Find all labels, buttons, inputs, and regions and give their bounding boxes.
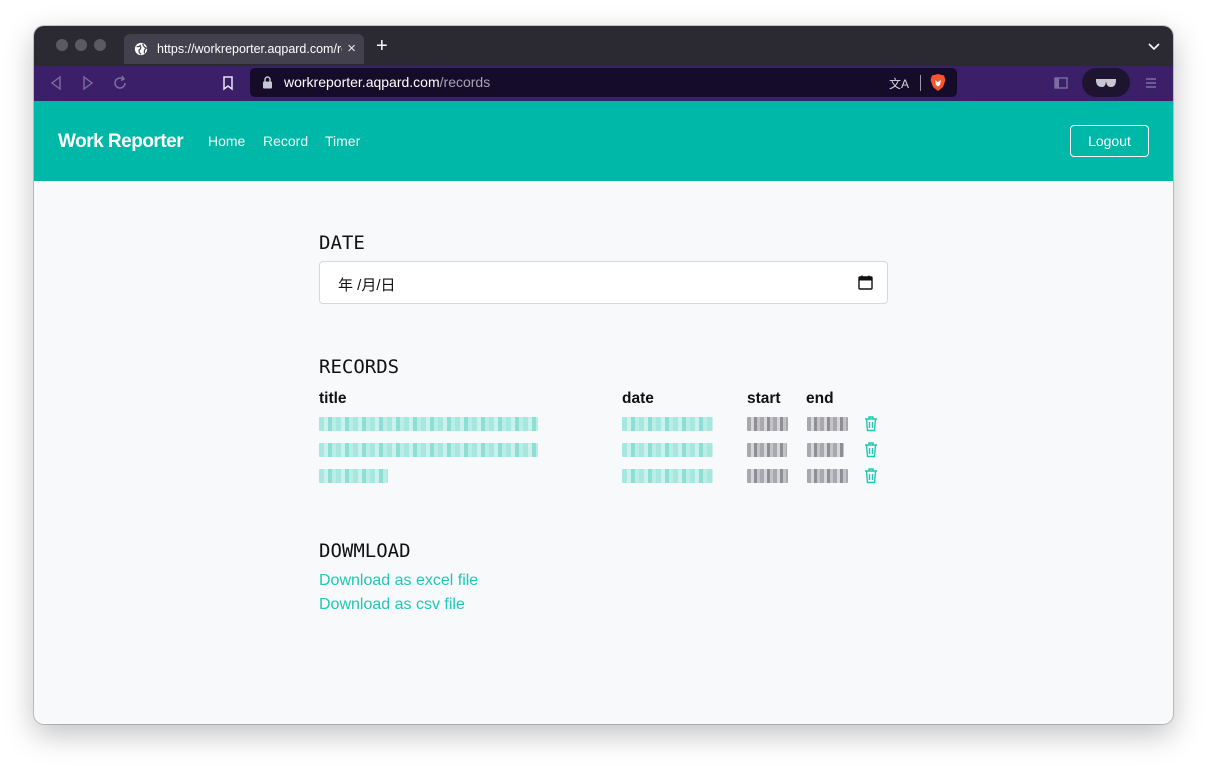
record-end-redacted <box>807 417 848 431</box>
column-header-date: date <box>622 390 654 407</box>
record-date-redacted[interactable] <box>622 469 713 483</box>
nav-link-home[interactable]: Home <box>208 133 245 149</box>
column-header-start: start <box>747 390 781 407</box>
record-end-redacted <box>807 469 848 483</box>
record-start-redacted <box>747 443 787 457</box>
menu-icon[interactable] <box>1143 75 1159 91</box>
table-row <box>319 414 889 434</box>
url-text: workreporter.aqpard.com/records <box>284 74 491 90</box>
table-row <box>319 466 889 486</box>
globe-icon <box>134 42 148 56</box>
column-header-end: end <box>806 390 834 407</box>
browser-toolbar: workreporter.aqpard.com/records 文A <box>34 66 1173 101</box>
nav-link-timer[interactable]: Timer <box>325 133 360 149</box>
back-icon[interactable] <box>48 75 64 91</box>
address-bar[interactable]: workreporter.aqpard.com/records 文A <box>250 68 957 97</box>
brand-logo[interactable]: Work Reporter <box>58 131 184 153</box>
lock-icon <box>263 76 272 89</box>
minimize-window-button[interactable] <box>75 39 87 51</box>
calendar-icon[interactable] <box>858 275 873 290</box>
record-date-redacted[interactable] <box>622 417 713 431</box>
new-tab-button[interactable]: + <box>376 36 388 56</box>
close-window-button[interactable] <box>56 39 68 51</box>
record-title-redacted[interactable] <box>319 469 388 483</box>
date-input-value: 年 /月/日 <box>338 277 396 294</box>
download-csv-link[interactable]: Download as csv file <box>319 596 465 614</box>
private-mode-button[interactable] <box>1082 68 1130 97</box>
table-row <box>319 440 889 460</box>
record-end-redacted <box>807 443 844 457</box>
brave-shields-icon[interactable] <box>929 73 947 92</box>
browser-tab[interactable]: https://workreporter.aqpard.com/records … <box>124 34 364 64</box>
reload-icon[interactable] <box>112 75 128 91</box>
date-heading: DATE <box>319 232 365 254</box>
sunglasses-icon <box>1096 79 1116 88</box>
maximize-window-button[interactable] <box>94 39 106 51</box>
app-navbar: Work Reporter Home Record Timer Logout <box>34 101 1173 181</box>
tab-strip: https://workreporter.aqpard.com/records … <box>34 26 1173 66</box>
sidebar-icon[interactable] <box>1053 75 1069 91</box>
record-start-redacted <box>747 417 788 431</box>
logout-button[interactable]: Logout <box>1070 125 1149 157</box>
browser-window: https://workreporter.aqpard.com/records … <box>34 26 1173 724</box>
column-header-title: title <box>319 390 347 407</box>
record-title-redacted[interactable] <box>319 443 538 457</box>
trash-icon[interactable] <box>864 441 878 458</box>
trash-icon[interactable] <box>864 415 878 432</box>
nav-link-record[interactable]: Record <box>263 133 308 149</box>
chevron-down-icon[interactable] <box>1147 39 1161 53</box>
tab-title: https://workreporter.aqpard.com/records <box>157 42 342 56</box>
record-date-redacted[interactable] <box>622 443 713 457</box>
address-bar-divider <box>920 75 921 91</box>
download-excel-link[interactable]: Download as excel file <box>319 572 478 590</box>
record-title-redacted[interactable] <box>319 417 538 431</box>
download-heading: DOWMLOAD <box>319 540 411 562</box>
forward-icon[interactable] <box>80 75 96 91</box>
tab-close-icon[interactable]: × <box>347 40 356 57</box>
translate-icon[interactable]: 文A <box>889 75 909 92</box>
record-start-redacted <box>747 469 788 483</box>
date-input[interactable]: 年 /月/日 <box>319 261 888 304</box>
trash-icon[interactable] <box>864 467 878 484</box>
bookmark-icon[interactable] <box>220 75 236 91</box>
records-heading: RECORDS <box>319 356 400 378</box>
